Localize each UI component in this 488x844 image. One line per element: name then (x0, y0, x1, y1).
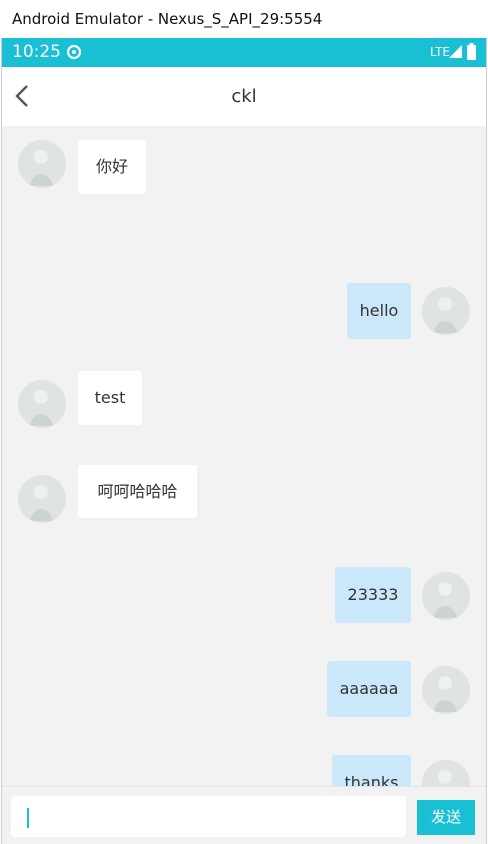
sync-icon (66, 44, 82, 60)
network-type: LTE (430, 45, 450, 59)
window-title: Android Emulator - Nexus_S_API_29:5554 (0, 0, 488, 38)
avatar[interactable] (422, 572, 470, 620)
status-bar: 10:25 LTE (2, 38, 486, 67)
message-bubble[interactable]: 23333 (335, 567, 411, 623)
app-bar: ckl (2, 67, 486, 126)
input-bar: 发送 (2, 786, 486, 844)
message-input[interactable] (11, 796, 406, 837)
avatar[interactable] (422, 287, 470, 335)
avatar[interactable] (18, 380, 66, 428)
message-bubble[interactable]: 你好 (78, 140, 146, 194)
message-bubble[interactable]: hello (347, 283, 411, 339)
signal-icon (449, 45, 462, 58)
chat-title: ckl (231, 86, 257, 107)
text-caret (27, 808, 29, 828)
send-button[interactable]: 发送 (417, 800, 475, 835)
status-time: 10:25 (12, 42, 61, 62)
message-bubble[interactable]: 呵呵哈哈哈 (78, 465, 197, 518)
avatar[interactable] (422, 666, 470, 714)
avatar[interactable] (18, 475, 66, 523)
battery-icon (467, 43, 476, 60)
avatar[interactable] (18, 140, 66, 188)
message-bubble[interactable]: test (78, 371, 142, 425)
message-bubble[interactable]: aaaaaa (327, 661, 411, 717)
message-list[interactable]: 你好 hello test 呵呵哈哈哈 23333 aaaaaa thanks (2, 126, 486, 811)
device-screen: 10:25 LTE ckl 你好 hello test 呵呵哈哈哈 23333 … (1, 38, 487, 844)
